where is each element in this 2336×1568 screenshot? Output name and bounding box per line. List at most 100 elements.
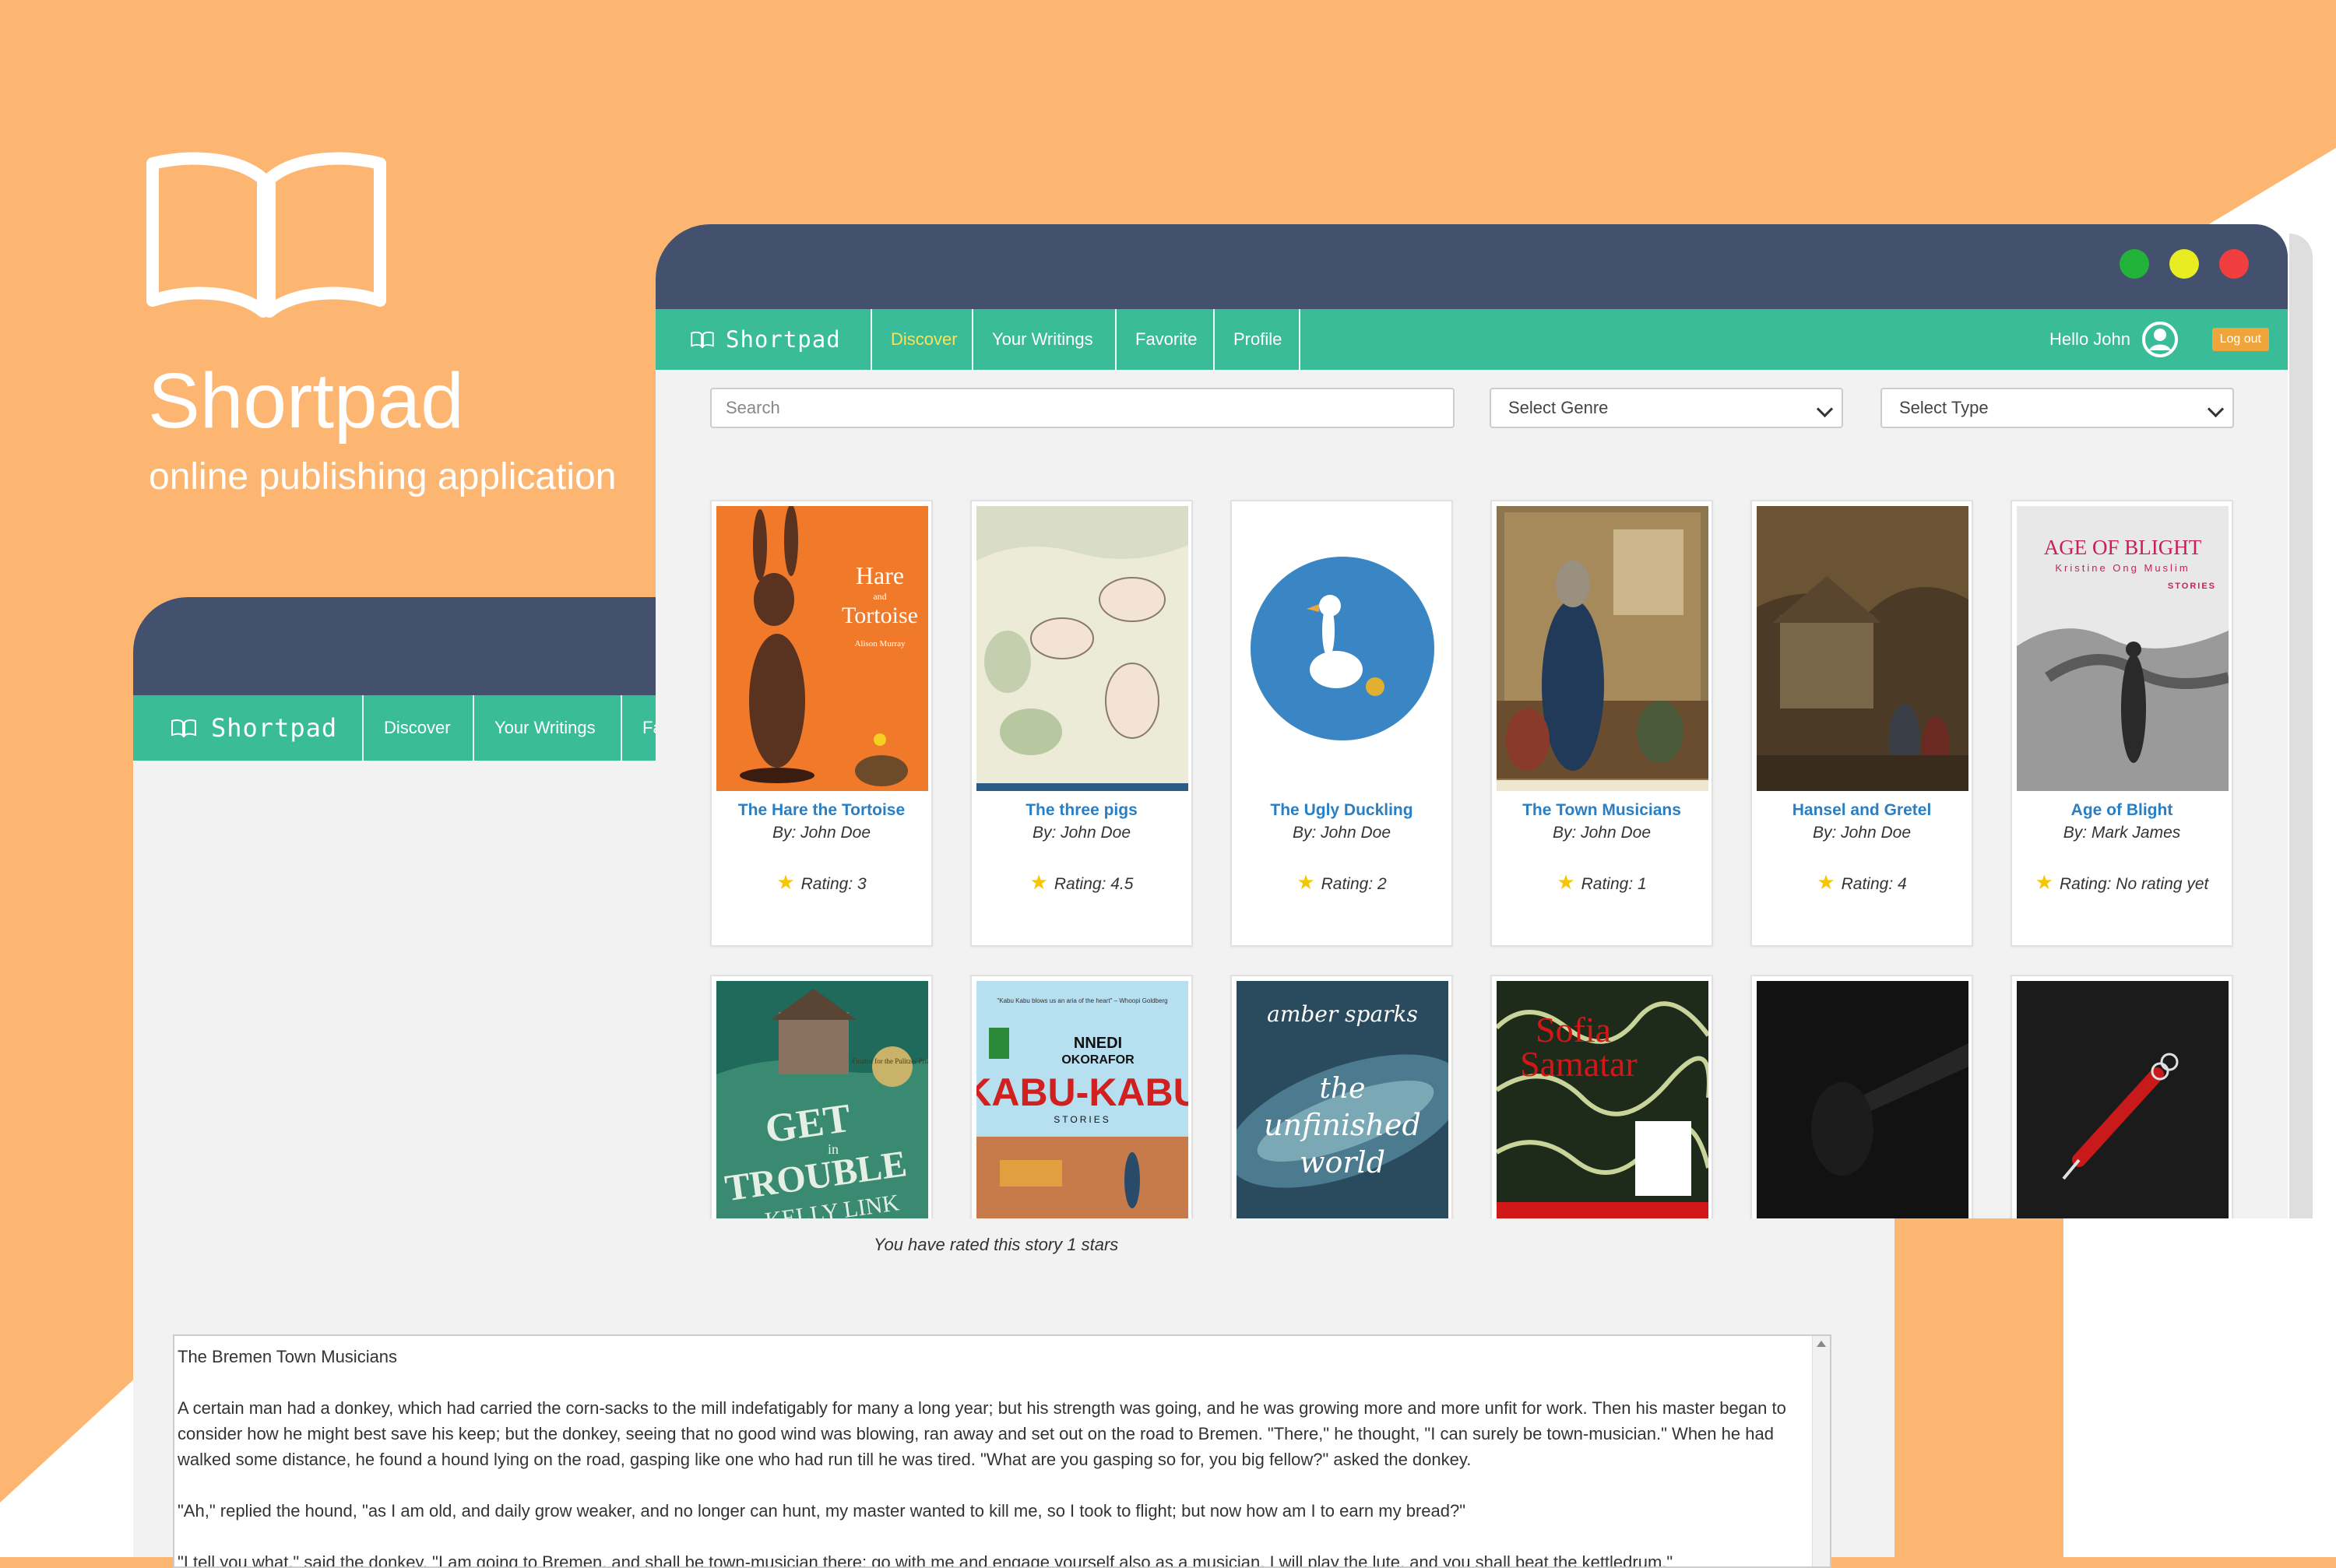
book-author: By: John Doe bbox=[1812, 824, 1912, 842]
nav-brand[interactable]: Shortpad bbox=[690, 309, 841, 370]
book-cover[interactable] bbox=[976, 506, 1188, 791]
cover-text: world bbox=[1300, 1145, 1385, 1180]
front-window-titlebar bbox=[656, 224, 2288, 309]
search-input[interactable] bbox=[710, 388, 1455, 428]
back-nav-brand[interactable]: Shortpad bbox=[171, 695, 337, 761]
cover-text: amber sparks bbox=[1267, 1001, 1418, 1027]
filter-bar: Select Genre Select Type bbox=[656, 388, 2288, 434]
nav-discover[interactable]: Discover bbox=[871, 309, 972, 370]
cover-text: Hare bbox=[856, 561, 904, 589]
cover-text: OKORAFOR bbox=[1061, 1053, 1135, 1067]
book-icon bbox=[691, 331, 714, 348]
book-card[interactable]: Finalist for the Pulitzer Prize GET in T… bbox=[710, 975, 933, 1218]
back-nav-brand-label: Shortpad bbox=[211, 713, 338, 743]
cover-text: Kristine Ong Muslim bbox=[2055, 562, 2190, 574]
book-rating: ★ Rating: 3 bbox=[712, 870, 931, 895]
book-card[interactable]: amber sparks the unfinished world bbox=[1230, 975, 1453, 1218]
nav-favorite[interactable]: Favorite bbox=[1115, 309, 1213, 370]
cover-text: unfinished bbox=[1264, 1108, 1421, 1142]
cover-text: KABU-KABU bbox=[976, 1071, 1188, 1114]
front-window-navbar: Shortpad Discover Your Writings Favorite… bbox=[656, 309, 2288, 370]
minimize-button[interactable] bbox=[2169, 249, 2199, 279]
star-icon: ★ bbox=[1557, 870, 1575, 894]
book-title[interactable]: The Town Musicians bbox=[1492, 801, 1712, 820]
genre-select-label: Select Genre bbox=[1508, 398, 1609, 417]
cover-text: Alison Murray bbox=[854, 639, 906, 649]
book-cover[interactable]: Finalist for the Pulitzer Prize GET in T… bbox=[716, 981, 928, 1218]
book-cover[interactable] bbox=[1757, 981, 1968, 1218]
type-select[interactable]: Select Type bbox=[1880, 388, 2234, 428]
book-card[interactable]: Hansel and Gretel By: John Doe ★ Rating: … bbox=[1750, 500, 1973, 947]
book-cover[interactable] bbox=[1757, 506, 1968, 791]
rating-confirmation: You have rated this story 1 stars bbox=[874, 1235, 1119, 1254]
book-cover[interactable] bbox=[1497, 506, 1708, 791]
book-rating-value: Rating: 3 bbox=[800, 875, 867, 893]
book-card[interactable] bbox=[2011, 975, 2233, 1218]
genre-select[interactable]: Select Genre bbox=[1490, 388, 1843, 428]
story-scrollbar[interactable] bbox=[1812, 1336, 1830, 1566]
book-logo-icon bbox=[146, 152, 386, 318]
cover-text: AGE OF BLIGHT bbox=[2044, 536, 2202, 559]
book-rating: ★ Rating: 4.5 bbox=[972, 870, 1191, 895]
book-cover[interactable] bbox=[2017, 981, 2229, 1218]
book-card[interactable]: "Kabu Kabu blows us an aria of the heart… bbox=[970, 975, 1193, 1218]
cover-text: Samatar bbox=[1520, 1044, 1638, 1084]
star-icon: ★ bbox=[1296, 870, 1315, 894]
back-nav-discover[interactable]: Discover bbox=[362, 695, 473, 761]
nav-brand-label: Shortpad bbox=[726, 326, 841, 353]
book-card[interactable]: AGE OF BLIGHT Kristine Ong Muslim STORIE… bbox=[2011, 500, 2233, 947]
book-cover[interactable] bbox=[1237, 506, 1448, 791]
book-rating: ★ Rating: No rating yet bbox=[2012, 870, 2232, 895]
book-rating-value: Rating: 4 bbox=[1841, 875, 1907, 893]
book-card[interactable]: The Ugly Duckling By: John Doe ★ Rating: … bbox=[1230, 500, 1453, 947]
book-rating: ★ Rating: 1 bbox=[1492, 870, 1712, 895]
book-rating-value: Rating: 4.5 bbox=[1054, 875, 1134, 893]
cover-text: "Kabu Kabu blows us an aria of the heart… bbox=[997, 997, 1167, 1004]
scroll-up-icon[interactable] bbox=[1817, 1341, 1826, 1347]
front-window-edge bbox=[2289, 234, 2313, 1218]
cover-text: Tortoise bbox=[842, 603, 918, 628]
logout-button[interactable]: Log out bbox=[2211, 328, 2269, 351]
star-icon: ★ bbox=[1817, 870, 1835, 894]
story-text-area[interactable]: The Bremen Town Musicians A certain man … bbox=[173, 1334, 1831, 1568]
user-avatar-icon[interactable] bbox=[2141, 321, 2179, 358]
book-title[interactable]: The Ugly Duckling bbox=[1232, 801, 1451, 820]
book-cover[interactable]: Hare and Tortoise Alison Murray bbox=[716, 506, 928, 791]
book-rating-value: Rating: 2 bbox=[1321, 875, 1387, 893]
book-card[interactable]: The Town Musicians By: John Doe ★ Rating:… bbox=[1490, 500, 1713, 947]
book-author: By: John Doe bbox=[1032, 824, 1131, 842]
story-paragraph: "I tell you what," said the donkey, "I a… bbox=[178, 1552, 1673, 1568]
back-nav-your-writings[interactable]: Your Writings bbox=[473, 695, 621, 761]
nav-your-writings[interactable]: Your Writings bbox=[972, 309, 1115, 370]
star-icon: ★ bbox=[2035, 870, 2053, 894]
book-cover[interactable]: "Kabu Kabu blows us an aria of the heart… bbox=[976, 981, 1188, 1218]
book-cover[interactable]: Sofia Samatar bbox=[1497, 981, 1708, 1218]
front-app-window: Shortpad Discover Your Writings Favorite… bbox=[656, 224, 2288, 1218]
close-button[interactable] bbox=[2219, 249, 2249, 279]
book-cover[interactable]: AGE OF BLIGHT Kristine Ong Muslim STORIE… bbox=[2017, 506, 2229, 791]
nav-profile[interactable]: Profile bbox=[1213, 309, 1300, 370]
brand-tagline: online publishing application bbox=[149, 456, 617, 497]
cover-text: Finalist for the Pulitzer Prize bbox=[852, 1057, 928, 1065]
greeting: Hello John bbox=[2049, 329, 2130, 349]
book-card[interactable]: The three pigs By: John Doe ★ Rating: 4.5 bbox=[970, 500, 1193, 947]
book-title[interactable]: The three pigs bbox=[972, 801, 1191, 820]
story-paragraph: "Ah," replied the hound, "as I am old, a… bbox=[178, 1501, 1466, 1521]
brand-name: Shortpad bbox=[148, 357, 464, 445]
book-rating-value: Rating: No rating yet bbox=[2059, 875, 2209, 893]
book-card[interactable]: Hare and Tortoise Alison Murray The Hare… bbox=[710, 500, 933, 947]
star-icon: ★ bbox=[1029, 870, 1048, 894]
book-title[interactable]: Age of Blight bbox=[2012, 801, 2232, 820]
chevron-down-icon bbox=[2207, 400, 2225, 418]
book-author: By: John Doe bbox=[1292, 824, 1391, 842]
book-card[interactable]: Sofia Samatar bbox=[1490, 975, 1713, 1218]
book-author: By: Mark James bbox=[2063, 824, 2181, 842]
book-cover[interactable]: amber sparks the unfinished world bbox=[1237, 981, 1448, 1218]
book-title[interactable]: The Hare the Tortoise bbox=[712, 801, 931, 820]
book-rating: ★ Rating: 4 bbox=[1752, 870, 1972, 895]
book-card[interactable] bbox=[1750, 975, 1973, 1218]
book-title[interactable]: Hansel and Gretel bbox=[1752, 801, 1972, 820]
cover-text: NNEDI bbox=[1074, 1035, 1122, 1052]
book-author: By: John Doe bbox=[1552, 824, 1652, 842]
maximize-button[interactable] bbox=[2120, 249, 2149, 279]
